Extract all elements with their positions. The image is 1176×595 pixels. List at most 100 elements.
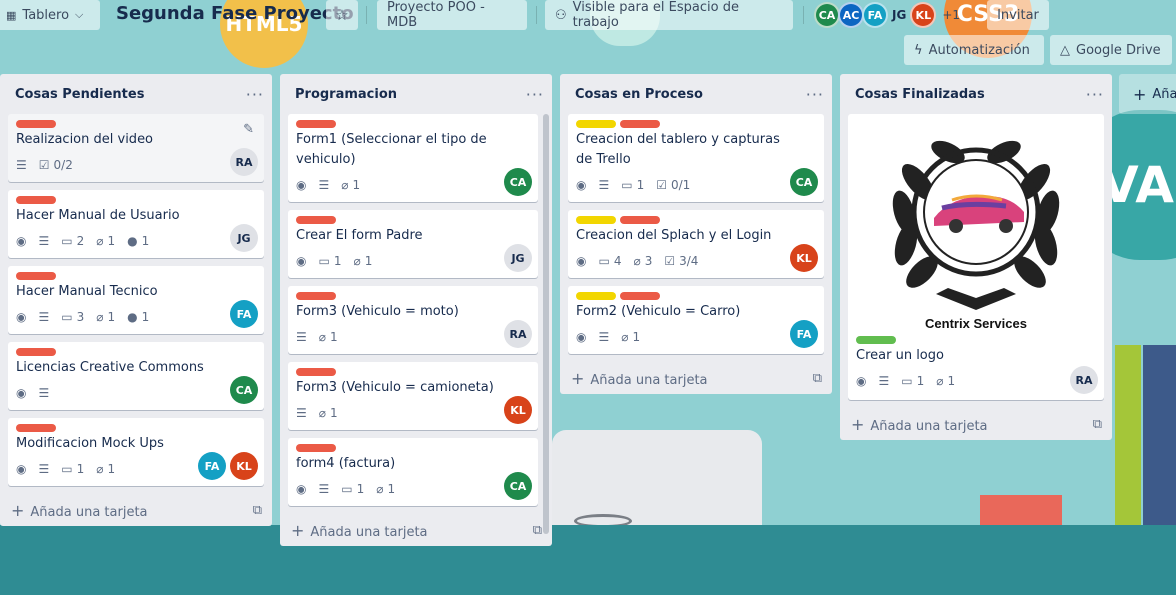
add-card-button[interactable]: + Añada una tarjeta ⧉ <box>560 362 832 394</box>
attachment-count: 1 <box>107 310 116 324</box>
list-menu-icon[interactable]: ··· <box>1086 85 1104 104</box>
card-template-icon[interactable]: ⧉ <box>533 523 542 538</box>
pencil-icon[interactable]: ✎ <box>243 122 254 137</box>
label-red[interactable] <box>296 216 336 224</box>
card[interactable]: Centrix Services Crear un logo ◉ ☰ ▭ 1 ⌀ 1… <box>848 114 1104 400</box>
list-title[interactable]: Programacion <box>295 87 397 102</box>
card[interactable]: Form3 (Vehiculo = moto) ☰ ⌀ 1 RA <box>288 286 538 354</box>
card-member-avatar[interactable]: KL <box>230 452 258 480</box>
label-red[interactable] <box>620 216 660 224</box>
label-red[interactable] <box>620 292 660 300</box>
card-template-icon[interactable]: ⧉ <box>253 503 262 518</box>
attachments-badge: ⌀ 1 <box>621 330 640 344</box>
add-card-button[interactable]: + Añada una tarjeta ⧉ <box>0 494 272 526</box>
member-avatar[interactable]: KL <box>910 2 937 28</box>
label-red[interactable] <box>16 272 56 280</box>
description-icon: ☰ <box>318 178 330 192</box>
checklist-count: 0/2 <box>53 158 73 172</box>
card[interactable]: form4 (factura) ◉ ☰ ▭ 1 ⌀ 1 CA <box>288 438 538 506</box>
add-card-button[interactable]: + Añada una tarjeta ⧉ <box>840 408 1112 440</box>
card-member-avatar[interactable]: CA <box>504 472 532 500</box>
eye-icon: ◉ <box>16 386 27 400</box>
card[interactable]: Hacer Manual Tecnico ◉ ☰ ▭ 3 ⌀ 1 ● 1 FA <box>8 266 264 334</box>
workspace-button[interactable]: Proyecto POO - MDB <box>377 0 527 30</box>
label-red[interactable] <box>296 120 336 128</box>
card-member-avatar[interactable]: CA <box>230 376 258 404</box>
card-member-avatar[interactable]: JG <box>230 224 258 252</box>
card[interactable]: Crear El form Padre ◉ ▭ 1 ⌀ 1 JG <box>288 210 538 278</box>
card[interactable]: Form1 (Seleccionar el tipo de vehiculo) … <box>288 114 538 202</box>
card-member-avatar[interactable]: KL <box>790 244 818 272</box>
board-header: ▦ Tablero ⌵ Segunda Fase Proyecto ☆ Proy… <box>0 0 1176 30</box>
card[interactable]: Creacion del Splach y el Login ◉ ▭ 4 ⌀ 3 ☑… <box>568 210 824 278</box>
description-icon: ☰ <box>296 406 307 420</box>
card-member-avatar[interactable]: FA <box>230 300 258 328</box>
label-red[interactable] <box>16 348 56 356</box>
invite-button[interactable]: Invitar <box>987 0 1049 30</box>
card-member-avatar[interactable]: RA <box>1070 366 1098 394</box>
checklist-count: 0/1 <box>671 178 691 192</box>
list-title[interactable]: Cosas en Proceso <box>575 87 703 102</box>
github-icon: ● <box>127 234 138 248</box>
label-red[interactable] <box>16 424 56 432</box>
more-members-count[interactable]: +1 <box>942 8 960 22</box>
label-red[interactable] <box>16 196 56 204</box>
card[interactable]: Modificacion Mock Ups ◉ ☰ ▭ 1 ⌀ 1 FA KL <box>8 418 264 486</box>
list-title[interactable]: Cosas Pendientes <box>15 87 144 102</box>
card-member-avatar[interactable]: JG <box>504 244 532 272</box>
star-icon: ☆ <box>335 6 349 24</box>
eye-icon: ◉ <box>16 310 27 324</box>
list-menu-icon[interactable]: ··· <box>806 85 824 104</box>
label-red[interactable] <box>620 120 660 128</box>
label-red[interactable] <box>296 292 336 300</box>
google-drive-button[interactable]: △ Google Drive <box>1050 35 1172 65</box>
member-avatar[interactable]: AC <box>838 2 864 28</box>
list-menu-icon[interactable]: ··· <box>526 85 544 104</box>
add-list-button[interactable]: + Aña <box>1119 74 1176 114</box>
list-title[interactable]: Cosas Finalizadas <box>855 87 985 102</box>
checklist-badge: ☑ 0/2 <box>39 158 73 172</box>
member-avatar[interactable]: CA <box>814 2 840 28</box>
card-member-avatar[interactable]: FA <box>198 452 226 480</box>
label-red[interactable] <box>296 444 336 452</box>
card-member-avatar[interactable]: KL <box>504 396 532 424</box>
automation-button[interactable]: ϟ Automatización <box>904 35 1044 65</box>
list-scrollbar[interactable] <box>543 114 549 534</box>
card[interactable]: ✎ Realizacion del video ☰ ☑ 0/2 RA <box>8 114 264 182</box>
card-template-icon[interactable]: ⧉ <box>813 371 822 386</box>
label-red[interactable] <box>16 120 56 128</box>
card-template-icon[interactable]: ⧉ <box>1093 417 1102 432</box>
attachment-count: 1 <box>387 482 396 496</box>
add-card-button[interactable]: + Añada una tarjeta ⧉ <box>280 514 552 546</box>
card[interactable]: Hacer Manual de Usuario ◉ ☰ ▭ 2 ⌀ 1 ● 1 JG <box>8 190 264 258</box>
card-member-avatar[interactable]: RA <box>230 148 258 176</box>
floor-decoration <box>0 525 1176 595</box>
checklist-icon: ☑ <box>38 158 50 172</box>
card[interactable]: Creacion del tablero y capturas de Trell… <box>568 114 824 202</box>
card-member-avatar[interactable]: RA <box>504 320 532 348</box>
card-title: Modificacion Mock Ups <box>16 436 164 451</box>
member-avatar[interactable]: JG <box>892 8 906 22</box>
card[interactable]: Form3 (Vehiculo = camioneta) ☰ ⌀ 1 KL <box>288 362 538 430</box>
visibility-button[interactable]: ⚇ Visible para el Espacio de trabajo <box>545 0 793 30</box>
attachment-count: 1 <box>352 178 361 192</box>
board-view-switcher[interactable]: ▦ Tablero ⌵ <box>0 0 100 30</box>
attachment-icon: ⌀ <box>96 234 104 248</box>
card-member-avatar[interactable]: CA <box>790 168 818 196</box>
label-yellow[interactable] <box>576 292 616 300</box>
board-title[interactable]: Segunda Fase Proyecto <box>116 3 354 24</box>
attachment-icon: ⌀ <box>621 330 629 344</box>
card[interactable]: Form2 (Vehiculo = Carro) ◉ ☰ ⌀ 1 FA <box>568 286 824 354</box>
card-member-avatar[interactable]: CA <box>504 168 532 196</box>
label-red[interactable] <box>296 368 336 376</box>
eye-icon: ◉ <box>16 234 27 248</box>
member-avatar[interactable]: FA <box>862 2 888 28</box>
list-menu-icon[interactable]: ··· <box>246 85 264 104</box>
card-member-avatar[interactable]: FA <box>790 320 818 348</box>
card[interactable]: Licencias Creative Commons ◉ ☰ CA <box>8 342 264 410</box>
star-button[interactable]: ☆ <box>326 0 358 30</box>
checklist-badge: ☑ 0/1 <box>656 178 690 192</box>
label-yellow[interactable] <box>576 120 616 128</box>
label-yellow[interactable] <box>576 216 616 224</box>
label-green[interactable] <box>856 336 896 344</box>
